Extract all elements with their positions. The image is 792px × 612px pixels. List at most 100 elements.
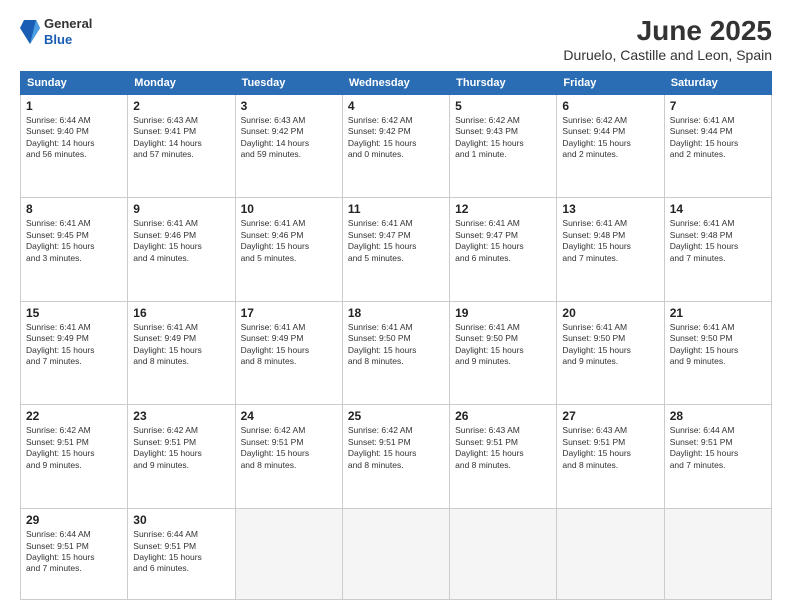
col-sunday: Sunday — [21, 71, 128, 94]
day-number: 24 — [241, 409, 337, 423]
calendar-week-4: 22 Sunrise: 6:42 AMSunset: 9:51 PMDayligh… — [21, 405, 772, 509]
table-row: 12 Sunrise: 6:41 AMSunset: 9:47 PMDayligh… — [450, 198, 557, 302]
day-number: 12 — [455, 202, 551, 216]
logo-general-text: General — [44, 16, 92, 32]
calendar-week-3: 15 Sunrise: 6:41 AMSunset: 9:49 PMDayligh… — [21, 301, 772, 405]
day-info: Sunrise: 6:44 AMSunset: 9:51 PMDaylight:… — [670, 425, 766, 471]
header-row: Sunday Monday Tuesday Wednesday Thursday… — [21, 71, 772, 94]
table-row: 5 Sunrise: 6:42 AMSunset: 9:43 PMDaylight… — [450, 94, 557, 198]
day-number: 11 — [348, 202, 444, 216]
col-saturday: Saturday — [664, 71, 771, 94]
day-number: 29 — [26, 513, 122, 527]
day-info: Sunrise: 6:41 AMSunset: 9:46 PMDaylight:… — [241, 218, 337, 264]
day-number: 1 — [26, 99, 122, 113]
table-row: 6 Sunrise: 6:42 AMSunset: 9:44 PMDaylight… — [557, 94, 664, 198]
table-row: 18 Sunrise: 6:41 AMSunset: 9:50 PMDayligh… — [342, 301, 449, 405]
day-number: 14 — [670, 202, 766, 216]
day-number: 23 — [133, 409, 229, 423]
day-info: Sunrise: 6:42 AMSunset: 9:44 PMDaylight:… — [562, 115, 658, 161]
day-info: Sunrise: 6:43 AMSunset: 9:51 PMDaylight:… — [455, 425, 551, 471]
title-block: June 2025 Duruelo, Castille and Leon, Sp… — [563, 16, 772, 63]
day-info: Sunrise: 6:41 AMSunset: 9:45 PMDaylight:… — [26, 218, 122, 264]
day-info: Sunrise: 6:44 AMSunset: 9:51 PMDaylight:… — [26, 529, 122, 575]
table-row: 24Sunrise: 6:42 AMSunset: 9:51 PMDayligh… — [235, 405, 342, 509]
day-number: 10 — [241, 202, 337, 216]
day-info: Sunrise: 6:41 AMSunset: 9:49 PMDaylight:… — [241, 322, 337, 368]
col-monday: Monday — [128, 71, 235, 94]
table-row: 13Sunrise: 6:41 AMSunset: 9:48 PMDayligh… — [557, 198, 664, 302]
day-info: Sunrise: 6:43 AMSunset: 9:42 PMDaylight:… — [241, 115, 337, 161]
table-row: 3 Sunrise: 6:43 AMSunset: 9:42 PMDaylight… — [235, 94, 342, 198]
calendar-header: Sunday Monday Tuesday Wednesday Thursday… — [21, 71, 772, 94]
day-info: Sunrise: 6:41 AMSunset: 9:50 PMDaylight:… — [348, 322, 444, 368]
table-row — [664, 509, 771, 600]
day-number: 16 — [133, 306, 229, 320]
day-number: 3 — [241, 99, 337, 113]
table-row: 23Sunrise: 6:42 AMSunset: 9:51 PMDayligh… — [128, 405, 235, 509]
calendar-table: Sunday Monday Tuesday Wednesday Thursday… — [20, 71, 772, 600]
calendar-week-1: 1Sunrise: 6:44 AMSunset: 9:40 PMDaylight… — [21, 94, 772, 198]
header: General Blue June 2025 Duruelo, Castille… — [20, 16, 772, 63]
table-row: 17 Sunrise: 6:41 AMSunset: 9:49 PMDayligh… — [235, 301, 342, 405]
day-number: 19 — [455, 306, 551, 320]
table-row — [557, 509, 664, 600]
day-info: Sunrise: 6:42 AMSunset: 9:51 PMDaylight:… — [348, 425, 444, 471]
table-row: 26 Sunrise: 6:43 AMSunset: 9:51 PMDayligh… — [450, 405, 557, 509]
table-row: 27 Sunrise: 6:43 AMSunset: 9:51 PMDayligh… — [557, 405, 664, 509]
day-info: Sunrise: 6:41 AMSunset: 9:50 PMDaylight:… — [455, 322, 551, 368]
day-info: Sunrise: 6:42 AMSunset: 9:42 PMDaylight:… — [348, 115, 444, 161]
day-number: 17 — [241, 306, 337, 320]
day-number: 20 — [562, 306, 658, 320]
logo: General Blue — [20, 16, 92, 47]
col-friday: Friday — [557, 71, 664, 94]
day-info: Sunrise: 6:42 AMSunset: 9:51 PMDaylight:… — [26, 425, 122, 471]
day-number: 15 — [26, 306, 122, 320]
day-info: Sunrise: 6:41 AMSunset: 9:50 PMDaylight:… — [670, 322, 766, 368]
day-number: 27 — [562, 409, 658, 423]
day-info: Sunrise: 6:41 AMSunset: 9:49 PMDaylight:… — [133, 322, 229, 368]
day-info: Sunrise: 6:43 AMSunset: 9:51 PMDaylight:… — [562, 425, 658, 471]
day-number: 5 — [455, 99, 551, 113]
table-row: 10 Sunrise: 6:41 AMSunset: 9:46 PMDayligh… — [235, 198, 342, 302]
day-info: Sunrise: 6:41 AMSunset: 9:46 PMDaylight:… — [133, 218, 229, 264]
table-row: 7 Sunrise: 6:41 AMSunset: 9:44 PMDaylight… — [664, 94, 771, 198]
day-number: 28 — [670, 409, 766, 423]
col-thursday: Thursday — [450, 71, 557, 94]
table-row: 9 Sunrise: 6:41 AMSunset: 9:46 PMDaylight… — [128, 198, 235, 302]
table-row: 14Sunrise: 6:41 AMSunset: 9:48 PMDayligh… — [664, 198, 771, 302]
table-row: 19 Sunrise: 6:41 AMSunset: 9:50 PMDayligh… — [450, 301, 557, 405]
day-info: Sunrise: 6:41 AMSunset: 9:48 PMDaylight:… — [562, 218, 658, 264]
calendar-week-5: 29 Sunrise: 6:44 AMSunset: 9:51 PMDayligh… — [21, 509, 772, 600]
table-row — [235, 509, 342, 600]
calendar-week-2: 8 Sunrise: 6:41 AMSunset: 9:45 PMDaylight… — [21, 198, 772, 302]
day-info: Sunrise: 6:44 AMSunset: 9:51 PMDaylight:… — [133, 529, 229, 575]
table-row: 20 Sunrise: 6:41 AMSunset: 9:50 PMDayligh… — [557, 301, 664, 405]
subtitle: Duruelo, Castille and Leon, Spain — [563, 47, 772, 63]
day-info: Sunrise: 6:41 AMSunset: 9:49 PMDaylight:… — [26, 322, 122, 368]
day-info: Sunrise: 6:43 AMSunset: 9:41 PMDaylight:… — [133, 115, 229, 161]
day-number: 25 — [348, 409, 444, 423]
table-row: 1Sunrise: 6:44 AMSunset: 9:40 PMDaylight… — [21, 94, 128, 198]
day-info: Sunrise: 6:42 AMSunset: 9:43 PMDaylight:… — [455, 115, 551, 161]
day-info: Sunrise: 6:41 AMSunset: 9:44 PMDaylight:… — [670, 115, 766, 161]
day-number: 22 — [26, 409, 122, 423]
day-info: Sunrise: 6:41 AMSunset: 9:50 PMDaylight:… — [562, 322, 658, 368]
table-row: 15 Sunrise: 6:41 AMSunset: 9:49 PMDayligh… — [21, 301, 128, 405]
table-row — [342, 509, 449, 600]
table-row: 25 Sunrise: 6:42 AMSunset: 9:51 PMDayligh… — [342, 405, 449, 509]
day-info: Sunrise: 6:41 AMSunset: 9:47 PMDaylight:… — [455, 218, 551, 264]
day-number: 7 — [670, 99, 766, 113]
day-number: 26 — [455, 409, 551, 423]
col-tuesday: Tuesday — [235, 71, 342, 94]
day-number: 21 — [670, 306, 766, 320]
table-row: 28 Sunrise: 6:44 AMSunset: 9:51 PMDayligh… — [664, 405, 771, 509]
table-row: 21 Sunrise: 6:41 AMSunset: 9:50 PMDayligh… — [664, 301, 771, 405]
table-row: 2 Sunrise: 6:43 AMSunset: 9:41 PMDaylight… — [128, 94, 235, 198]
day-number: 2 — [133, 99, 229, 113]
day-number: 8 — [26, 202, 122, 216]
logo-icon — [20, 18, 40, 46]
day-number: 6 — [562, 99, 658, 113]
day-number: 4 — [348, 99, 444, 113]
day-number: 18 — [348, 306, 444, 320]
day-number: 9 — [133, 202, 229, 216]
